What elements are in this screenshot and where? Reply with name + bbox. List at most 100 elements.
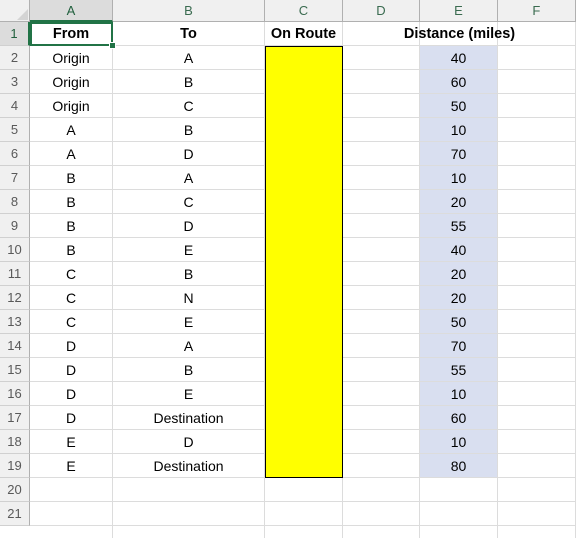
cell-e1[interactable] [420, 22, 498, 46]
cell-b7[interactable]: A [113, 166, 265, 190]
cell-f15[interactable] [498, 358, 576, 382]
cell-A20[interactable] [30, 478, 113, 502]
cell-D22[interactable] [343, 526, 420, 538]
cell-b15[interactable]: B [113, 358, 265, 382]
row-header-14[interactable]: 14 [0, 334, 30, 358]
cell-f11[interactable] [498, 262, 576, 286]
cell-e3[interactable]: 60 [420, 70, 498, 94]
row-header-5[interactable]: 5 [0, 118, 30, 142]
cell-b11[interactable]: B [113, 262, 265, 286]
row-header-18[interactable]: 18 [0, 430, 30, 454]
cell-f12[interactable] [498, 286, 576, 310]
cell-b18[interactable]: D [113, 430, 265, 454]
cell-a12[interactable]: C [30, 286, 113, 310]
cell-f3[interactable] [498, 70, 576, 94]
cell-b1-to[interactable]: To [113, 22, 265, 46]
cell-d11[interactable] [343, 262, 420, 286]
cell-f5[interactable] [498, 118, 576, 142]
cell-F21[interactable] [498, 502, 576, 526]
cell-d9[interactable] [343, 214, 420, 238]
row-header-11[interactable]: 11 [0, 262, 30, 286]
cell-d17[interactable] [343, 406, 420, 430]
cell-A21[interactable] [30, 502, 113, 526]
row-header-2[interactable]: 2 [0, 46, 30, 70]
cell-d6[interactable] [343, 142, 420, 166]
row-header-12[interactable]: 12 [0, 286, 30, 310]
row-header-21[interactable]: 21 [0, 502, 30, 526]
cell-C20[interactable] [265, 478, 343, 502]
cell-d10[interactable] [343, 238, 420, 262]
cell-a18[interactable]: E [30, 430, 113, 454]
cell-e8[interactable]: 20 [420, 190, 498, 214]
cell-a13[interactable]: C [30, 310, 113, 334]
row-header-20[interactable]: 20 [0, 478, 30, 502]
cell-d7[interactable] [343, 166, 420, 190]
cell-d15[interactable] [343, 358, 420, 382]
cell-d13[interactable] [343, 310, 420, 334]
cell-C21[interactable] [265, 502, 343, 526]
cell-a11[interactable]: C [30, 262, 113, 286]
cell-b17[interactable]: Destination [113, 406, 265, 430]
cell-f19[interactable] [498, 454, 576, 478]
cell-d5[interactable] [343, 118, 420, 142]
row-header-1[interactable]: 1 [0, 22, 30, 46]
cell-E20[interactable] [420, 478, 498, 502]
cell-e12[interactable]: 20 [420, 286, 498, 310]
cell-e15[interactable]: 55 [420, 358, 498, 382]
cell-a14[interactable]: D [30, 334, 113, 358]
cell-e2[interactable]: 40 [420, 46, 498, 70]
cell-e4[interactable]: 50 [420, 94, 498, 118]
cell-e13[interactable]: 50 [420, 310, 498, 334]
column-header-d[interactable]: D [343, 0, 420, 22]
cell-d14[interactable] [343, 334, 420, 358]
cell-e7[interactable]: 10 [420, 166, 498, 190]
cell-f7[interactable] [498, 166, 576, 190]
cell-a5[interactable]: A [30, 118, 113, 142]
spreadsheet-grid[interactable]: ABCDEF 1 2 3 4 5 6 7 8 9 10 11 12 13 14 15 16 17 18 19 20 21… [0, 0, 576, 538]
row-header-17[interactable]: 17 [0, 406, 30, 430]
cell-f1[interactable] [498, 22, 576, 46]
cell-B22[interactable] [113, 526, 265, 538]
cell-b2[interactable]: A [113, 46, 265, 70]
cell-e5[interactable]: 10 [420, 118, 498, 142]
cell-b9[interactable]: D [113, 214, 265, 238]
on-route-highlight-block[interactable] [265, 46, 343, 478]
column-header-a[interactable]: A [30, 0, 113, 22]
cell-a4[interactable]: Origin [30, 94, 113, 118]
cell-a3[interactable]: Origin [30, 70, 113, 94]
cell-f9[interactable] [498, 214, 576, 238]
row-header-15[interactable]: 15 [0, 358, 30, 382]
cell-C22[interactable] [265, 526, 343, 538]
row-header-13[interactable]: 13 [0, 310, 30, 334]
cell-e9[interactable]: 55 [420, 214, 498, 238]
cell-B21[interactable] [113, 502, 265, 526]
row-header-19[interactable]: 19 [0, 454, 30, 478]
cell-c1-on-route[interactable]: On Route [265, 22, 343, 46]
cell-a19[interactable]: E [30, 454, 113, 478]
cell-d2[interactable] [343, 46, 420, 70]
row-header-16[interactable]: 16 [0, 382, 30, 406]
cell-f16[interactable] [498, 382, 576, 406]
row-header-8[interactable]: 8 [0, 190, 30, 214]
cell-f2[interactable] [498, 46, 576, 70]
column-header-f[interactable]: F [498, 0, 576, 22]
cell-F20[interactable] [498, 478, 576, 502]
cell-A22[interactable] [30, 526, 113, 538]
cell-b16[interactable]: E [113, 382, 265, 406]
cell-f18[interactable] [498, 430, 576, 454]
cell-b19[interactable]: Destination [113, 454, 265, 478]
cell-d18[interactable] [343, 430, 420, 454]
cell-d12[interactable] [343, 286, 420, 310]
cell-b8[interactable]: C [113, 190, 265, 214]
row-header-7[interactable]: 7 [0, 166, 30, 190]
cell-d3[interactable] [343, 70, 420, 94]
cell-f17[interactable] [498, 406, 576, 430]
row-header-9[interactable]: 9 [0, 214, 30, 238]
cell-a10[interactable]: B [30, 238, 113, 262]
cell-e17[interactable]: 60 [420, 406, 498, 430]
cell-b12[interactable]: N [113, 286, 265, 310]
cell-F22[interactable] [498, 526, 576, 538]
cell-D20[interactable] [343, 478, 420, 502]
cell-e6[interactable]: 70 [420, 142, 498, 166]
cell-a7[interactable]: B [30, 166, 113, 190]
